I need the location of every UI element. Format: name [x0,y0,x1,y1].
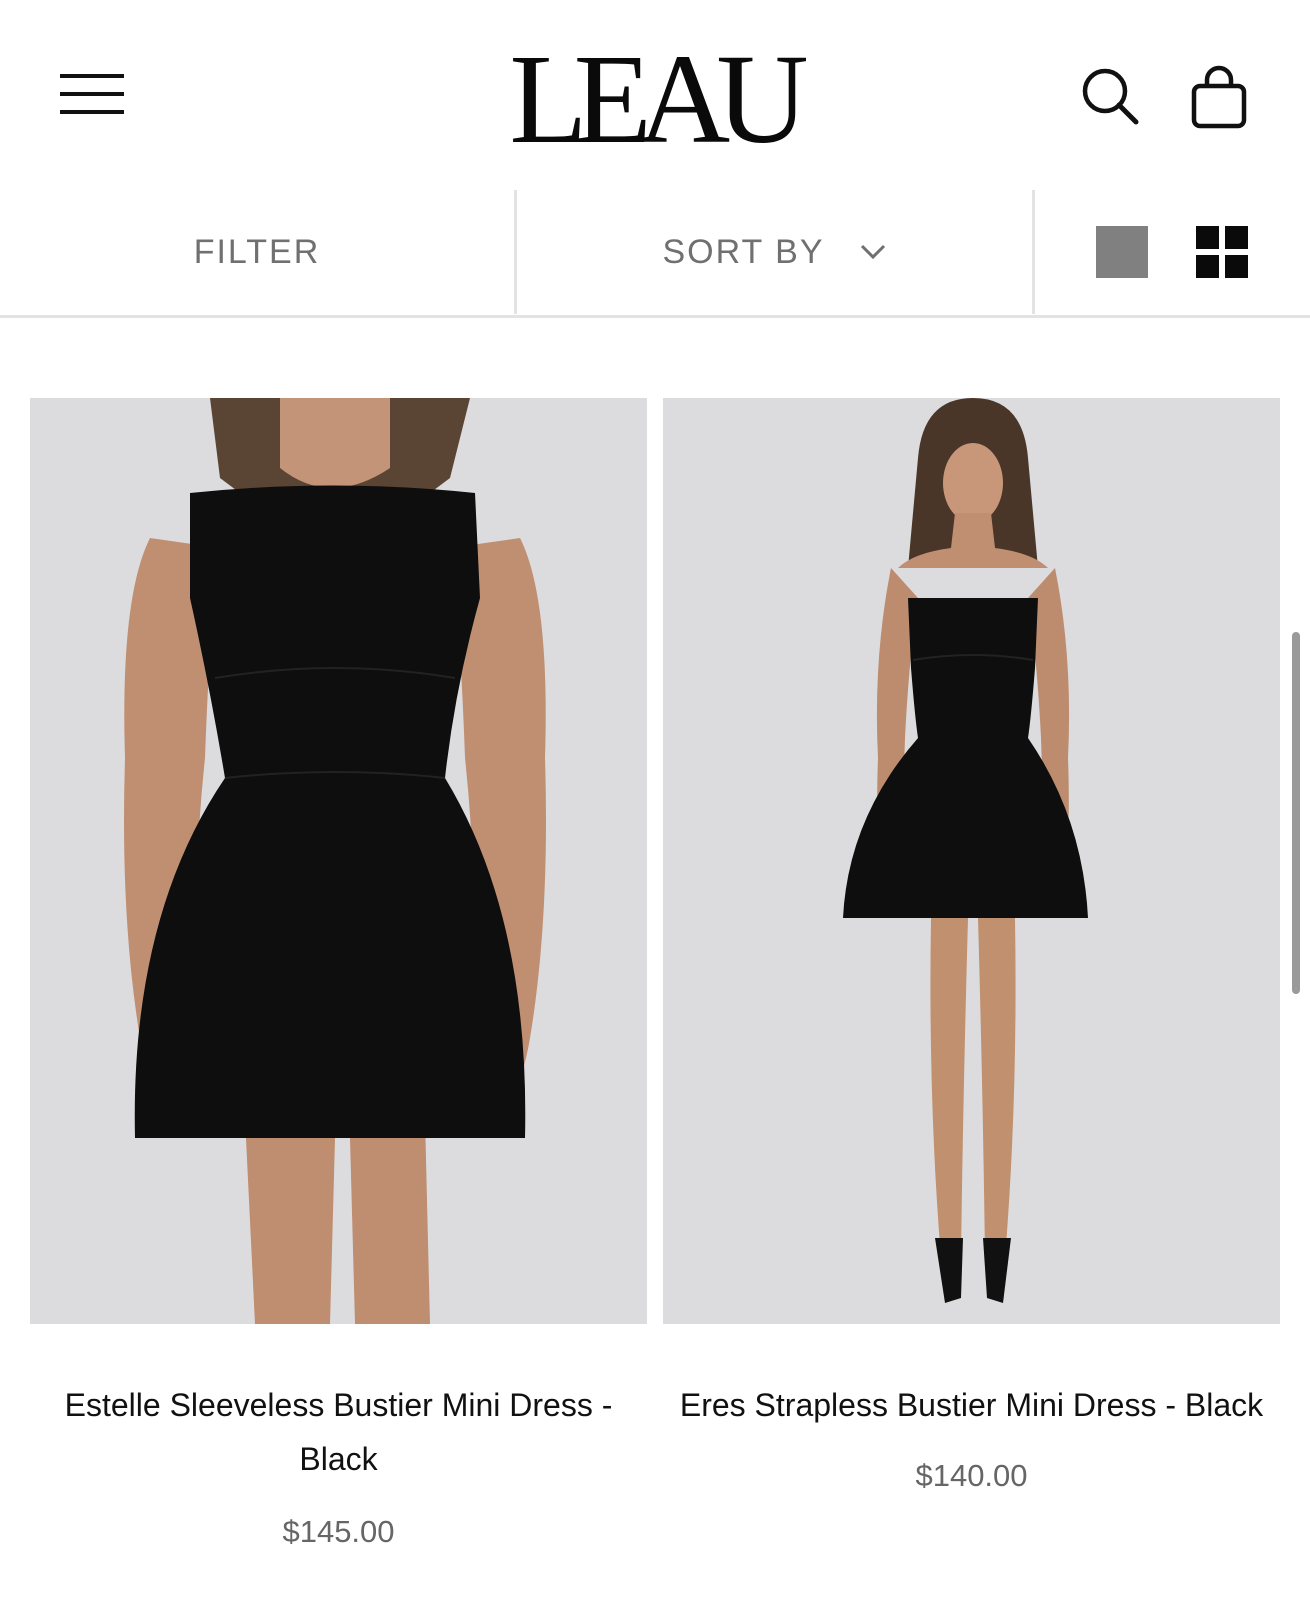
brand-logo-wordmark: LEAU [509,28,820,170]
brand-logo[interactable]: LEAU [492,26,820,170]
single-column-view-icon[interactable] [1095,224,1151,280]
chevron-down-icon [860,244,885,260]
view-toggle-group [1035,190,1310,314]
product-name[interactable]: Eres Strapless Bustier Mini Dress - Blac… [663,1378,1280,1432]
search-icon[interactable] [1078,64,1144,130]
product-card[interactable]: Estelle Sleeveless Bustier Mini Dress - … [30,398,647,1600]
site-header: LEAU [0,0,1310,190]
product-image[interactable] [30,398,647,1324]
filter-button[interactable]: FILTER [0,190,517,314]
filter-label: FILTER [193,232,321,271]
collection-toolbar: FILTER SORT BY [0,190,1310,318]
product-name[interactable]: Estelle Sleeveless Bustier Mini Dress - … [30,1378,647,1486]
product-card[interactable]: Eres Strapless Bustier Mini Dress - Blac… [663,398,1280,1600]
sort-by-label: SORT BY [662,232,825,271]
shopping-bag-icon[interactable] [1186,62,1252,132]
grid-view-icon[interactable] [1195,224,1251,280]
product-image[interactable] [663,398,1280,1324]
product-price: $145.00 [282,1514,395,1549]
scrollbar-thumb[interactable] [1292,632,1300,994]
sort-by-dropdown[interactable]: SORT BY [517,190,1035,314]
hamburger-menu-icon[interactable] [56,66,128,122]
product-price: $140.00 [915,1458,1028,1493]
svg-text:LEAU: LEAU [509,28,806,166]
